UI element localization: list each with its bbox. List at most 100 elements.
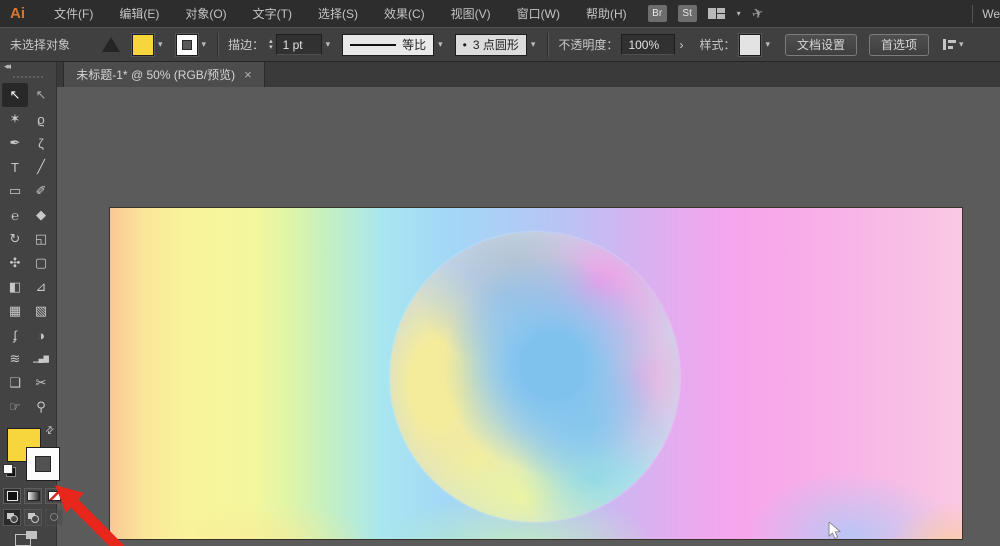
rotate-tool-icon: ↻ xyxy=(9,231,21,246)
selection-status: 未选择对象 xyxy=(10,38,71,52)
menu-help[interactable]: 帮助(H) xyxy=(573,5,640,22)
paintbrush-tool[interactable]: ✐ xyxy=(28,179,54,203)
menu-type[interactable]: 文字(T) xyxy=(240,5,305,22)
stroke-profile-dropdown[interactable]: 等比 xyxy=(342,33,435,56)
artboard-tool[interactable]: ❏ xyxy=(2,371,28,395)
control-bar: 未选择对象 ▾ ▾ 描边： ▴ ▾ 1 pt ▾ 等比 ▾ • 3 点圆形 ▾ … xyxy=(0,27,1000,62)
artboard[interactable] xyxy=(109,207,963,540)
lasso-tool[interactable]: ϱ xyxy=(28,107,54,131)
rectangle-tool[interactable]: ▭ xyxy=(2,179,28,203)
menu-effect[interactable]: 效果(C) xyxy=(371,5,438,22)
style-swatch[interactable] xyxy=(739,33,762,56)
eyedropper-tool[interactable]: ʄ xyxy=(2,323,28,347)
panel-drag-handle[interactable] xyxy=(13,76,43,78)
stroke-weight-field[interactable]: 1 pt xyxy=(275,34,322,55)
curvature-tool[interactable]: ζ xyxy=(28,131,54,155)
stock-button[interactable]: St xyxy=(677,5,697,22)
chevron-down-icon[interactable]: ▾ xyxy=(737,9,741,18)
column-graph-tool[interactable]: ▁▄▇ xyxy=(28,347,54,371)
bridge-button[interactable]: Br xyxy=(647,5,667,22)
fill-stroke-area: ⇄ xyxy=(0,422,60,484)
swap-fill-stroke-icon[interactable]: ⇄ xyxy=(43,424,57,438)
none-icon xyxy=(47,491,61,501)
stroke-weight-stepper[interactable]: ▴ ▾ xyxy=(269,38,273,51)
curvature-tool-icon: ζ xyxy=(38,135,44,151)
direct-selection-tool[interactable]: ↖ xyxy=(28,83,54,107)
menu-object[interactable]: 对象(O) xyxy=(172,5,239,22)
magic-wand-tool[interactable]: ✶ xyxy=(2,107,28,131)
mesh-tool[interactable]: ▦ xyxy=(2,299,28,323)
perspective-grid-tool[interactable]: ⊿ xyxy=(28,275,54,299)
blob-brush-tool[interactable]: ℮ xyxy=(2,203,28,227)
menu-window[interactable]: 窗口(W) xyxy=(504,5,573,22)
opacity-more-button[interactable]: › xyxy=(679,38,683,52)
gradient-mesh-circle[interactable] xyxy=(390,232,680,522)
stroke-proxy-swatch[interactable] xyxy=(26,447,60,481)
width-tool[interactable]: ✣ xyxy=(2,251,28,275)
selection-tool-icon: ↖ xyxy=(9,87,21,102)
free-transform-tool-icon: ▢ xyxy=(34,255,48,270)
document-tab-bar: 未标题-1* @ 50% (RGB/预览) × xyxy=(56,60,1000,88)
shape-builder-tool[interactable]: ◧ xyxy=(2,275,28,299)
menu-select[interactable]: 选择(S) xyxy=(305,5,371,22)
collapse-panel-icon[interactable]: ◂◂ xyxy=(4,61,11,72)
draw-inside-button[interactable] xyxy=(45,509,63,526)
chevron-down-icon[interactable]: ▾ xyxy=(158,39,163,50)
fill-color-swatch[interactable] xyxy=(132,33,154,56)
pen-tool[interactable]: ✒ xyxy=(2,131,28,155)
none-button[interactable] xyxy=(45,488,63,504)
zoom-tool-icon: ⚲ xyxy=(36,399,46,414)
menu-view[interactable]: 视图(V) xyxy=(438,5,504,22)
line-segment-tool[interactable]: ╱ xyxy=(28,155,54,179)
chevron-down-icon[interactable]: ▾ xyxy=(438,39,443,50)
screen-mode-button[interactable] xyxy=(15,531,37,546)
menu-file[interactable]: 文件(F) xyxy=(41,5,106,22)
gradient-tool[interactable]: ▧ xyxy=(28,299,54,323)
chevron-down-icon[interactable]: ▾ xyxy=(326,39,331,50)
draw-behind-button[interactable] xyxy=(24,509,42,526)
default-fill-stroke-icon[interactable] xyxy=(3,464,16,477)
blob-brush-tool-icon: ℮ xyxy=(11,207,19,223)
preferences-button[interactable]: 首选项 xyxy=(869,33,930,56)
menu-edit[interactable]: 编辑(E) xyxy=(106,5,172,22)
blend-tool[interactable]: ◑ xyxy=(28,323,54,347)
chevron-down-icon[interactable]: ▾ xyxy=(531,39,536,50)
opacity-field[interactable]: 100% xyxy=(621,34,676,55)
selection-tool[interactable]: ↖ xyxy=(2,83,28,107)
menu-bar-buttons: Br St ▾ ✈ xyxy=(647,4,765,24)
free-transform-tool[interactable]: ▢ xyxy=(28,251,54,275)
stroke-color-swatch[interactable] xyxy=(175,33,198,56)
chevron-down-icon[interactable]: ▾ xyxy=(765,39,770,50)
brush-value: 3 点圆形 xyxy=(472,38,519,52)
type-tool[interactable]: T xyxy=(2,155,28,179)
workspace-label[interactable]: We xyxy=(982,7,1000,21)
draw-normal-button[interactable] xyxy=(3,509,21,526)
color-button[interactable] xyxy=(3,488,21,504)
document-tab[interactable]: 未标题-1* @ 50% (RGB/预览) × xyxy=(63,60,265,87)
scale-tool-icon: ◱ xyxy=(34,231,48,246)
eyedropper-tool-icon: ʄ xyxy=(13,327,17,343)
stepper-down-icon[interactable]: ▾ xyxy=(269,44,273,51)
chevron-down-icon[interactable]: ▾ xyxy=(959,39,964,50)
divider xyxy=(547,32,550,57)
slice-tool[interactable]: ✂ xyxy=(28,371,54,395)
chevron-down-icon[interactable]: ▾ xyxy=(202,39,207,50)
close-icon[interactable]: × xyxy=(244,68,252,81)
brush-dropdown[interactable]: • 3 点圆形 xyxy=(454,33,527,56)
hand-tool[interactable]: ☞ xyxy=(2,395,28,419)
eraser-tool[interactable]: ◆ xyxy=(28,203,54,227)
rotate-tool[interactable]: ↻ xyxy=(2,227,28,251)
divider xyxy=(972,4,974,23)
menu-bar: Ai 文件(F) 编辑(E) 对象(O) 文字(T) 选择(S) 效果(C) 视… xyxy=(0,0,1000,27)
scale-tool[interactable]: ◱ xyxy=(28,227,54,251)
document-setup-button[interactable]: 文档设置 xyxy=(784,33,857,56)
symbol-sprayer-tool[interactable]: ≋ xyxy=(2,347,28,371)
workspace-switcher-icon[interactable] xyxy=(707,7,726,20)
type-tool-icon: T xyxy=(11,159,19,175)
gradient-button[interactable] xyxy=(24,488,42,504)
panel-menu-icon[interactable] xyxy=(943,39,957,50)
cs-live-icon[interactable]: ✈ xyxy=(749,4,765,24)
canvas[interactable] xyxy=(56,87,1000,546)
tools-panel: ◂◂ ↖ ↖ ✶ ϱ ✒ ζ T ╱ ▭ ✐ ℮ ◆ ↻ ◱ ✣ ▢ ◧ ⊿ ▦… xyxy=(0,60,63,546)
zoom-tool[interactable]: ⚲ xyxy=(28,395,54,419)
